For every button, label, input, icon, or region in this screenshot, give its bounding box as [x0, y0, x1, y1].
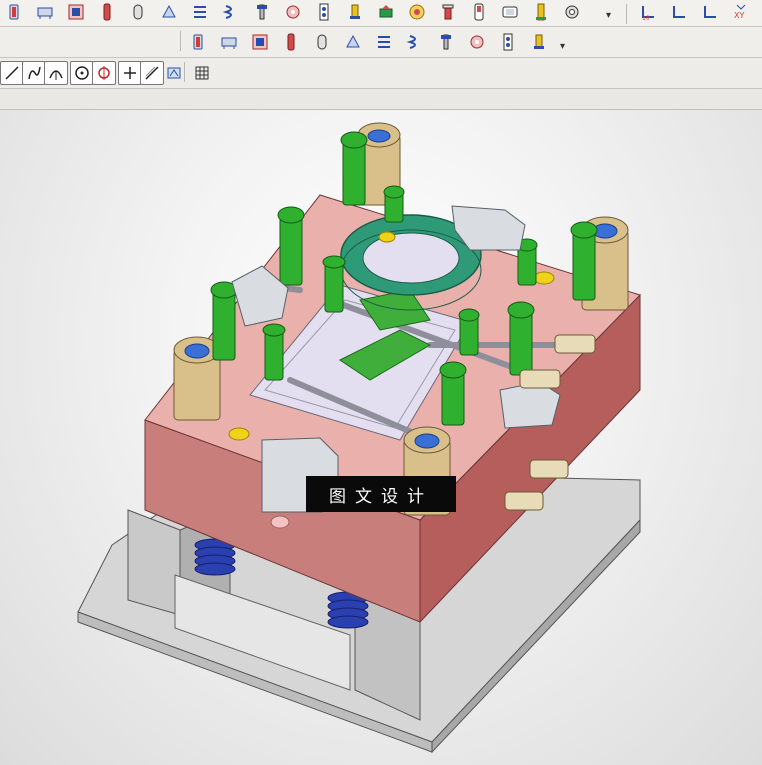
return-pin-icon[interactable] — [405, 0, 429, 24]
parting-pin-icon[interactable] — [498, 0, 522, 24]
locating-ring-icon[interactable] — [281, 0, 305, 24]
point-circle-icon[interactable] — [70, 61, 94, 85]
sprue-bushing-icon[interactable] — [2, 0, 26, 24]
bend-plate-icon[interactable] — [279, 30, 303, 54]
bolt-icon[interactable] — [341, 30, 365, 54]
line-icon[interactable] — [0, 61, 24, 85]
watermark-caption: 图文设计 — [306, 476, 456, 512]
arc-icon[interactable] — [44, 61, 68, 85]
lifter-icon[interactable] — [310, 30, 334, 54]
axis-x-icon[interactable] — [698, 0, 722, 24]
slider-icon[interactable] — [157, 0, 181, 24]
screw-icon[interactable] — [250, 0, 274, 24]
cooling-channel-icon[interactable] — [188, 0, 212, 24]
svg-text:10: 10 — [642, 15, 650, 21]
spring-icon[interactable] — [219, 0, 243, 24]
cup-icon[interactable] — [527, 30, 551, 54]
ejector-pin-icon[interactable] — [312, 0, 336, 24]
toolbar-separator — [184, 62, 185, 82]
cooling-plug-icon[interactable] — [248, 30, 272, 54]
toolbar-overflow-icon[interactable]: ▾ — [606, 10, 611, 21]
xy-plane-icon[interactable]: XY — [729, 0, 753, 24]
cross-icon[interactable] — [118, 61, 142, 85]
toolbar-separator — [180, 31, 181, 51]
toolbar-overflow-icon[interactable]: ▾ — [560, 41, 565, 52]
status-strip — [0, 89, 762, 110]
axis-z-icon[interactable] — [667, 0, 691, 24]
target-point-icon[interactable] — [92, 61, 116, 85]
u-channel-icon[interactable] — [403, 30, 427, 54]
3d-viewport[interactable]: 图文设计 — [0, 110, 762, 765]
core-pin-icon[interactable] — [217, 30, 241, 54]
angle-pin-icon[interactable] — [434, 30, 458, 54]
cavity-grid-icon[interactable] — [64, 0, 88, 24]
axis-corner-icon[interactable]: 10 — [636, 0, 660, 24]
target-icon[interactable] — [372, 30, 396, 54]
gear-icon[interactable] — [529, 0, 553, 24]
ejector-plate-icon[interactable] — [33, 0, 57, 24]
frame-icon[interactable] — [467, 0, 491, 24]
support-pillar-icon[interactable] — [95, 0, 119, 24]
gate-icon[interactable] — [343, 0, 367, 24]
hot-runner-icon[interactable] — [374, 0, 398, 24]
mold-assembly-model — [77, 122, 641, 754]
toolbar-separator — [626, 4, 627, 24]
ibar-icon[interactable] — [465, 30, 489, 54]
mold-base-icon[interactable] — [496, 30, 520, 54]
curve-icon[interactable] — [22, 61, 46, 85]
guide-bush-icon[interactable] — [436, 0, 460, 24]
pin-icon[interactable] — [186, 30, 210, 54]
svg-text:XY: XY — [734, 11, 744, 20]
diagonal-icon[interactable] — [140, 61, 164, 85]
view-icon[interactable] — [162, 61, 186, 85]
toolbar-row-3 — [0, 58, 762, 89]
document-icon[interactable] — [560, 0, 584, 24]
toolbar-row-1: ▾ 10 XY — [0, 0, 762, 27]
slot-icon[interactable] — [126, 0, 150, 24]
toolbar-row-2: ▾ — [0, 27, 762, 58]
grid-icon[interactable] — [190, 61, 214, 85]
